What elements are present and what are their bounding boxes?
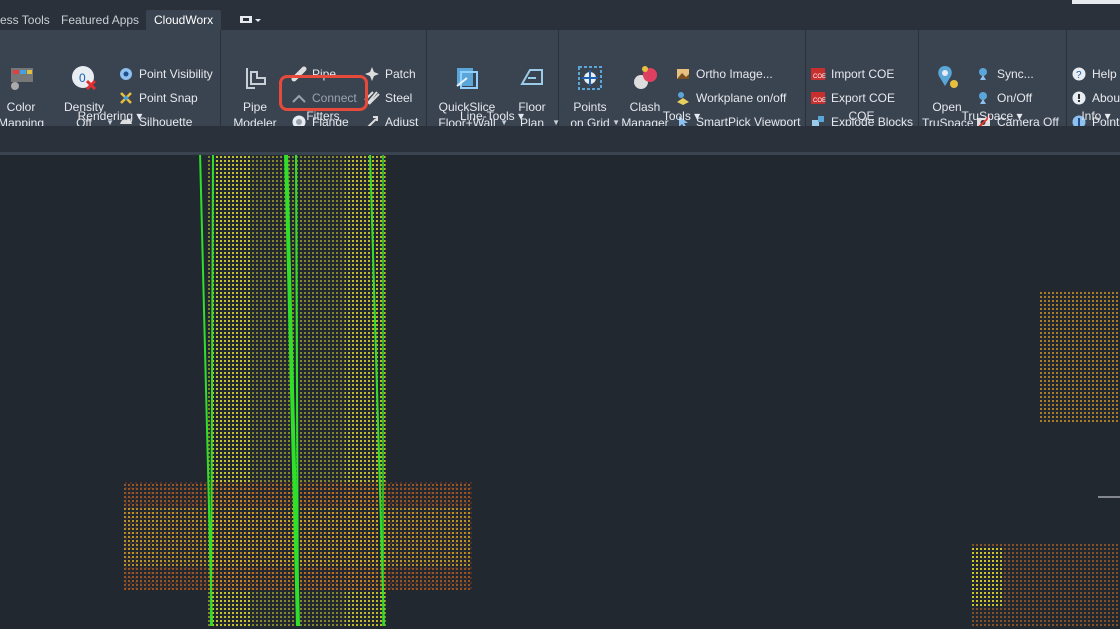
import-coe-button[interactable]: COE Import COE [810, 64, 894, 84]
export-coe-label: Export COE [831, 91, 896, 105]
truspace-onoff-button[interactable]: On/Off [976, 88, 1032, 108]
panel-coe: COE Import COE COE Export COE Explode Bl… [805, 30, 919, 129]
ortho-image-button[interactable]: Ortho Image... [675, 64, 773, 84]
export-coe-button[interactable]: COE Export COE [810, 88, 895, 108]
steel-label: Steel [385, 91, 413, 105]
panel-line-tools: QuickSlice Floor+Wall ▼ Floor Plan ▼ Lin… [426, 30, 560, 130]
import-coe-icon: COE [811, 68, 826, 80]
tab-cloudworx[interactable]: CloudWorx [146, 10, 222, 30]
panel-title-info[interactable]: Info ▾ [1066, 108, 1120, 124]
point-visibility-label: Point Visibility [139, 67, 213, 81]
point-snap-label: Point Snap [139, 91, 198, 105]
truspace-onoff-icon [979, 92, 987, 104]
pipe-modeler-icon [246, 68, 266, 89]
about-label: About [1092, 91, 1120, 105]
panel-truspace: Open TruSpace Sync... On/Off Camera Off … [918, 30, 1067, 130]
open-truspace-icon [938, 66, 958, 88]
svg-text:0: 0 [79, 71, 86, 85]
tab-featured-apps[interactable]: Featured Apps [61, 10, 139, 30]
svg-text:COE: COE [813, 74, 826, 80]
ribbon-tab-bar: ess Tools Featured Apps CloudWorx [0, 0, 1120, 30]
help-button[interactable]: ? Help [1071, 64, 1117, 84]
point-cloud-canvas[interactable] [0, 152, 1120, 626]
about-icon [1072, 91, 1086, 105]
workplane-icon [677, 92, 689, 105]
panel-tools: Points on Grid ▼ Clash Manager Ortho Ima… [558, 30, 806, 130]
panel-info: ? Help About Point Info ▾ [1066, 30, 1120, 129]
density-off-icon: 0 [72, 66, 97, 91]
point-snap-button[interactable]: Point Snap [118, 88, 198, 108]
panel-title-tools[interactable]: Tools ▾ [558, 108, 805, 124]
sync-label: Sync... [997, 67, 1034, 81]
steel-button[interactable]: Steel [364, 88, 412, 108]
ortho-image-label: Ortho Image... [696, 67, 773, 81]
point-snap-icon [120, 92, 132, 104]
panel-title-line-tools[interactable]: Line-Tools ▾ [426, 108, 558, 124]
about-button[interactable]: About [1071, 88, 1120, 108]
panel-rendering: Color Mapping 0 Density Off ▼ Point Visi… [0, 30, 221, 130]
tab-overflow-icon [240, 16, 261, 23]
patch-label: Patch [385, 67, 416, 81]
points-on-grid-icon [578, 66, 602, 90]
svg-text:?: ? [1076, 70, 1082, 81]
patch-button[interactable]: Patch [364, 64, 416, 84]
sync-icon [979, 68, 987, 80]
window-control-strip [1072, 0, 1120, 4]
svg-text:COE: COE [813, 98, 826, 104]
import-coe-label: Import COE [831, 67, 895, 81]
command-strip [0, 126, 1120, 152]
panel-title-rendering[interactable]: Rendering ▾ [0, 108, 220, 124]
sync-button[interactable]: Sync... [976, 64, 1034, 84]
right-lower-point-cloud-yellow [972, 547, 1002, 607]
floor-plan-icon [520, 69, 543, 85]
tab-express-tools[interactable]: ess Tools [0, 10, 50, 30]
truspace-onoff-label: On/Off [997, 91, 1033, 105]
right-point-cloud-orange [1040, 292, 1120, 422]
point-visibility-icon [120, 68, 132, 80]
color-mapping-icon [11, 68, 33, 90]
help-icon: ? [1072, 67, 1086, 81]
workplane-label: Workplane on/off [696, 91, 787, 105]
quickslice-icon [456, 68, 478, 89]
panel-title-coe: COE [848, 109, 875, 123]
export-coe-icon: COE [811, 92, 826, 104]
panel-title-truspace[interactable]: TruSpace ▾ [918, 108, 1066, 124]
highlight-box [279, 75, 368, 111]
point-visibility-button[interactable]: Point Visibility [118, 64, 213, 84]
tab-overflow-button[interactable] [232, 12, 266, 28]
help-label: Help [1092, 67, 1117, 81]
clash-manager-icon [634, 66, 657, 89]
ortho-image-icon [677, 69, 689, 79]
model-viewport[interactable] [0, 152, 1120, 629]
workplane-button[interactable]: Workplane on/off [675, 88, 786, 108]
